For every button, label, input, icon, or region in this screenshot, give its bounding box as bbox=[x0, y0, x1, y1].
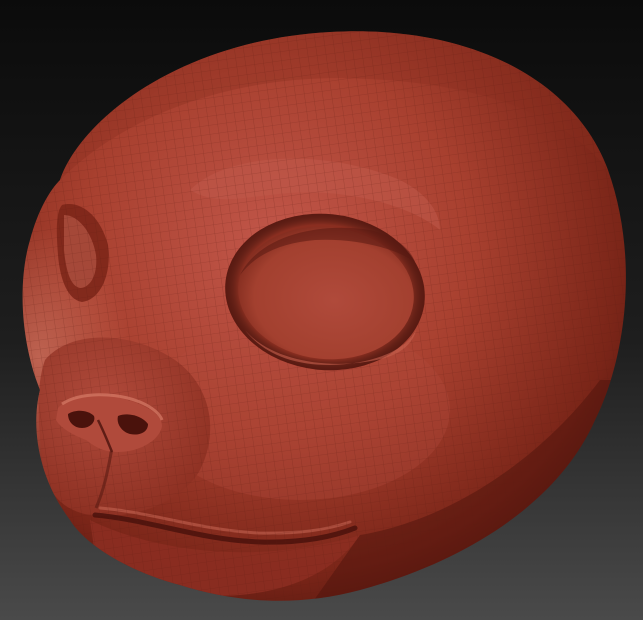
sculpt-viewport[interactable] bbox=[0, 0, 643, 620]
viewport-canvas[interactable] bbox=[0, 0, 643, 620]
